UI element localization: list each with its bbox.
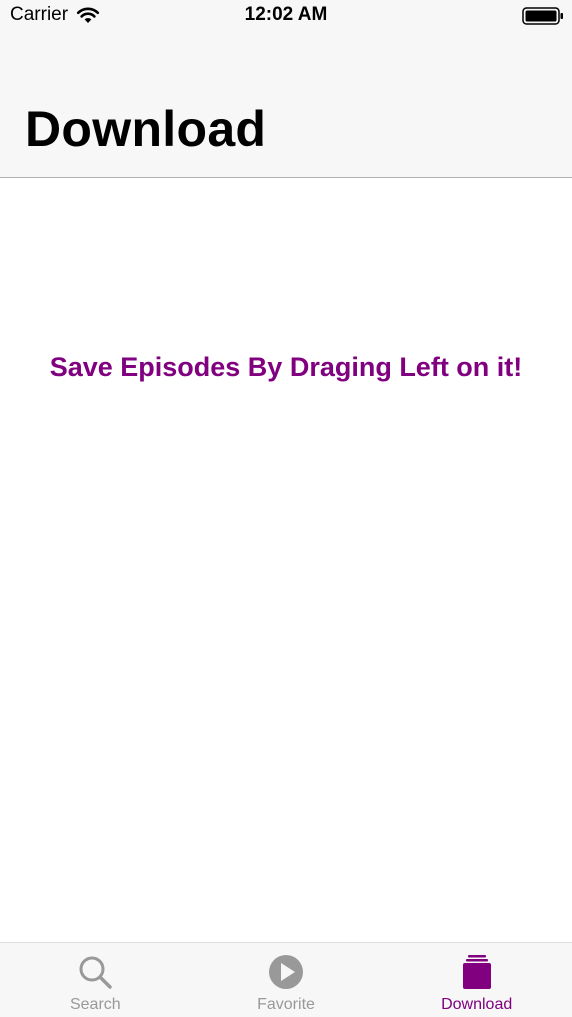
empty-state-message: Save Episodes By Draging Left on it! <box>49 352 523 382</box>
play-icon <box>269 955 303 989</box>
page-title: Download <box>25 101 267 157</box>
tab-favorite[interactable]: Favorite <box>191 943 382 1017</box>
clock: 12:02 AM <box>244 4 328 25</box>
navigation-bar: Download <box>0 34 572 178</box>
download-icon <box>462 955 491 989</box>
tab-download[interactable]: Download <box>381 943 572 1017</box>
tab-label-search: Search <box>69 996 121 1013</box>
tab-bar: Search Favorite Download <box>0 942 572 1017</box>
search-icon <box>79 956 113 989</box>
status-bar: Carrier 12:02 AM <box>0 0 572 34</box>
downloads-list[interactable]: Save Episodes By Draging Left on it! <box>0 178 572 942</box>
download-screen: Carrier 12:02 AM Download Save Episodes … <box>0 0 572 1017</box>
battery-icon <box>522 7 563 25</box>
tab-label-download: Download <box>441 996 513 1013</box>
tab-label-favorite: Favorite <box>257 996 315 1013</box>
tab-search[interactable]: Search <box>0 943 191 1017</box>
